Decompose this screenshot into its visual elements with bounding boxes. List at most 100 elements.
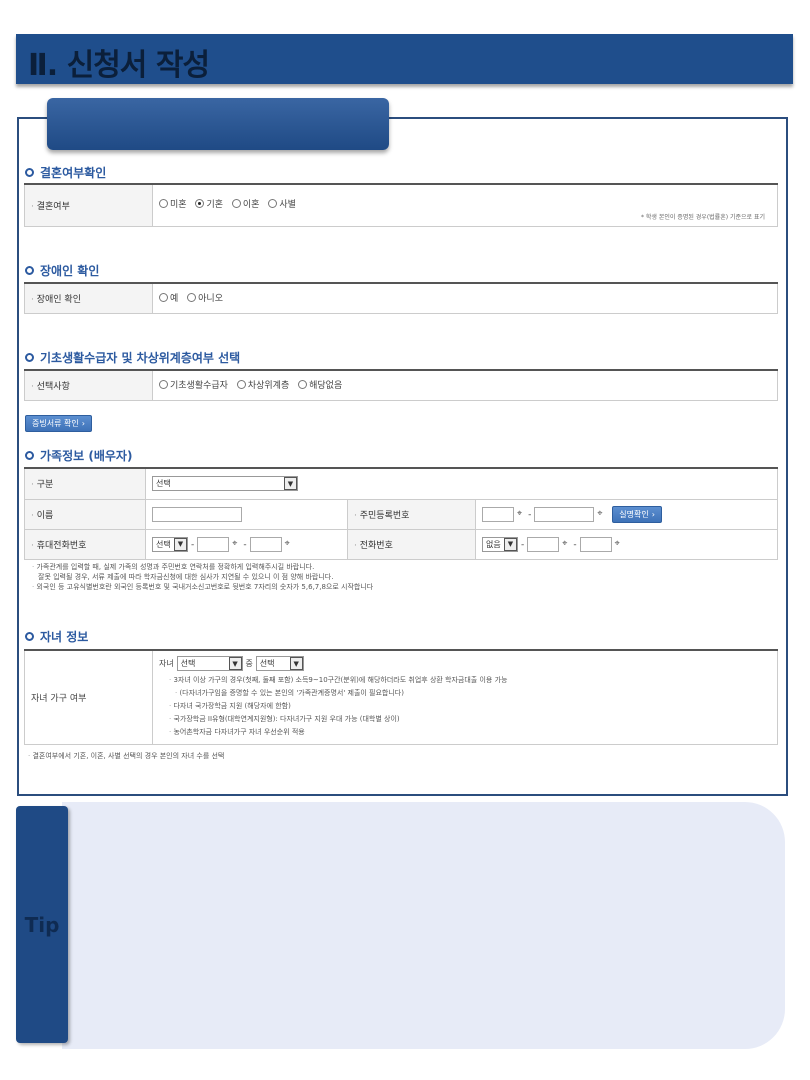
children-cell: 자녀 선택▼ 중 선택▼ 3자녀 이상 가구의 경우(첫째, 둘째 포함) 소득… (152, 650, 778, 745)
family-name-cell (145, 499, 348, 530)
marriage-note: * 학생 본인이 증명된 경우(법률혼) 기준으로 표기 (640, 213, 765, 221)
chevron-down-icon: ▼ (228, 657, 242, 670)
chevron-right-icon: › (81, 419, 85, 428)
marriage-table: 결혼여부 미혼 기혼 이혼 사별 * 학생 본인이 증명된 경우(법률혼) 기준… (24, 183, 778, 227)
verify-name-button[interactable]: 실명확인 › (612, 505, 662, 523)
children-info-line: 국가장학금 II유형(대학연계지원형): 다자녀가구 지원 우대 가능 (대학별… (169, 713, 771, 726)
radio-dot-icon (195, 199, 205, 208)
radio-married[interactable]: 기혼 (195, 197, 223, 210)
phone-last-input[interactable] (579, 536, 612, 552)
children-note: 결혼여부에서 기혼, 이혼, 사별 선택의 경우 본인의 자녀 수를 선택 (28, 751, 224, 761)
radio-dot-icon (231, 199, 241, 208)
children-info-line: (다자녀가구임을 증명할 수 있는 본인의 '가족관계증명서' 제출이 필요합니… (169, 687, 771, 700)
basic-living-label: 선택사항 (24, 370, 153, 401)
family-note-line: 가족관계를 입력할 때, 실제 가족의 성명과 주민번호 연락처를 정확하게 입… (32, 562, 373, 572)
chevron-down-icon: ▼ (284, 477, 297, 491)
section-bullet-icon (25, 266, 34, 275)
mouse-icon[interactable]: ⌖ (285, 539, 290, 549)
disability-label: 장애인 확인 (24, 283, 153, 314)
name-input[interactable] (152, 506, 242, 522)
phone-cell: 없음 ▼ - ⌖ - ⌖ (475, 529, 778, 560)
family-name-label: 이름 (24, 499, 146, 530)
mouse-icon[interactable]: ⌖ (562, 539, 567, 549)
section-title-disability: 장애인 확인 (25, 262, 99, 279)
children-info-line: 다자녀 국가장학금 지원 (해당자에 한함) (169, 700, 771, 713)
children-count-select[interactable]: 선택 ▼ (176, 656, 243, 671)
chevron-right-icon: › (651, 509, 655, 519)
section-bullet-icon (25, 168, 34, 177)
rrn-back-input[interactable] (534, 506, 595, 522)
children-prefix: 자녀 (159, 659, 174, 668)
marriage-label: 결혼여부 (24, 184, 153, 227)
rrn-cell: ⌖ - ⌖ 실명확인 › (475, 499, 778, 530)
section-title-family: 가족정보 (배우자) (25, 447, 132, 464)
mouse-icon[interactable]: ⌖ (597, 509, 602, 519)
document-check-button[interactable]: 증빙서류 확인 › (25, 411, 92, 432)
basic-living-options: 기초생활수급자 차상위계층 해당없음 (152, 370, 778, 401)
phone-mid-input[interactable] (527, 536, 560, 552)
radio-dot-icon (268, 199, 278, 208)
disability-table: 장애인 확인 예 아니오 (24, 282, 778, 314)
mouse-icon[interactable]: ⌖ (517, 509, 522, 519)
children-info-lines: 3자녀 이상 가구의 경우(첫째, 둘째 포함) 소득9~10구간(분위)에 해… (169, 674, 771, 739)
radio-dot-icon (236, 380, 246, 390)
family-table: 구분 선택▼ 이름 주민등록번호 ⌖-⌖ 실명확인› 휴대전화번호 선택▼-⌖-… (24, 467, 778, 560)
chevron-down-icon: ▼ (174, 537, 187, 551)
phone-prefix-select[interactable]: 없음 ▼ (482, 536, 518, 552)
document-check-label: 증빙서류 확인 (32, 419, 79, 428)
radio-dot-icon (159, 199, 168, 208)
tip-tab: Tip (16, 806, 68, 1043)
children-info-line: 농어촌학자금 다자녀가구 자녀 우선순위 적용 (169, 726, 771, 739)
children-middle: 중 (245, 659, 253, 668)
radio-widowed[interactable]: 사별 (268, 197, 296, 210)
rrn-label: 주민등록번호 (347, 499, 476, 530)
header-bar: Ⅱ. 신청서 작성 (16, 34, 793, 84)
section-title-text: 기초생활수급자 및 차상위계층여부 선택 (40, 351, 241, 365)
mobile-last-input[interactable] (249, 536, 282, 552)
radio-dot-icon (159, 293, 168, 303)
family-type-cell: 선택 ▼ (145, 468, 778, 500)
radio-single[interactable]: 미혼 (159, 197, 187, 210)
rrn-front-input[interactable] (482, 506, 514, 522)
page-title: Ⅱ. 신청서 작성 (28, 48, 210, 83)
disability-options: 예 아니오 (152, 283, 778, 314)
children-table: 자녀 가구 여부 자녀 선택▼ 중 선택▼ 3자녀 이상 가구의 경우(첫째, … (24, 649, 778, 745)
mobile-mid-input[interactable] (197, 536, 230, 552)
section-title-text: 자녀 정보 (40, 630, 89, 644)
tip-box (62, 802, 785, 1049)
radio-no[interactable]: 아니오 (187, 291, 223, 304)
radio-dot-icon (187, 293, 197, 303)
radio-basic-recipient[interactable]: 기초생활수급자 (159, 378, 228, 391)
children-info-line: 3자녀 이상 가구의 경우(첫째, 둘째 포함) 소득9~10구간(분위)에 해… (169, 674, 771, 687)
mobile-cell: 선택 ▼ - ⌖ - ⌖ (145, 529, 348, 560)
phone-label: 전화번호 (347, 529, 476, 560)
family-type-select[interactable]: 선택 ▼ (152, 476, 298, 492)
mouse-icon[interactable]: ⌖ (232, 539, 237, 549)
chevron-down-icon: ▼ (504, 537, 517, 551)
mobile-label: 휴대전화번호 (24, 529, 146, 560)
section-bullet-icon (25, 451, 34, 460)
section-title-basic-living: 기초생활수급자 및 차상위계층여부 선택 (25, 349, 240, 366)
family-type-label: 구분 (24, 468, 146, 500)
radio-dot-icon (159, 380, 168, 390)
section-title-children: 자녀 정보 (25, 628, 88, 645)
section-bullet-icon (25, 353, 34, 362)
basic-living-table: 선택사항 기초생활수급자 차상위계층 해당없음 (24, 369, 778, 401)
chevron-down-icon: ▼ (289, 657, 303, 670)
children-among-select[interactable]: 선택 ▼ (255, 656, 304, 671)
marriage-options: 미혼 기혼 이혼 사별 * 학생 본인이 증명된 경우(법률혼) 기준으로 표기 (152, 184, 778, 227)
section-title-text: 결혼여부확인 (40, 166, 107, 180)
application-page: Ⅱ. 신청서 작성 결혼여부확인 결혼여부 미혼 기혼 이혼 사별 * 학생 본… (0, 0, 810, 1080)
radio-near-poverty[interactable]: 차상위계층 (236, 378, 289, 391)
radio-yes[interactable]: 예 (159, 291, 178, 304)
family-note-line: 외국인 등 고유식별번호란 외국인 등록번호 및 국내거소신고번호로 뒷번호 7… (32, 582, 373, 592)
children-label: 자녀 가구 여부 (24, 650, 153, 745)
radio-dot-icon (298, 380, 308, 390)
section-title-marriage: 결혼여부확인 (25, 164, 106, 181)
mobile-prefix-select[interactable]: 선택 ▼ (152, 536, 188, 552)
radio-none[interactable]: 해당없음 (298, 378, 342, 391)
mouse-icon[interactable]: ⌖ (615, 539, 620, 549)
family-notes: 가족관계를 입력할 때, 실제 가족의 성명과 주민번호 연락처를 정확하게 입… (32, 562, 373, 592)
radio-divorced[interactable]: 이혼 (231, 197, 259, 210)
tip-label: Tip (24, 912, 60, 937)
